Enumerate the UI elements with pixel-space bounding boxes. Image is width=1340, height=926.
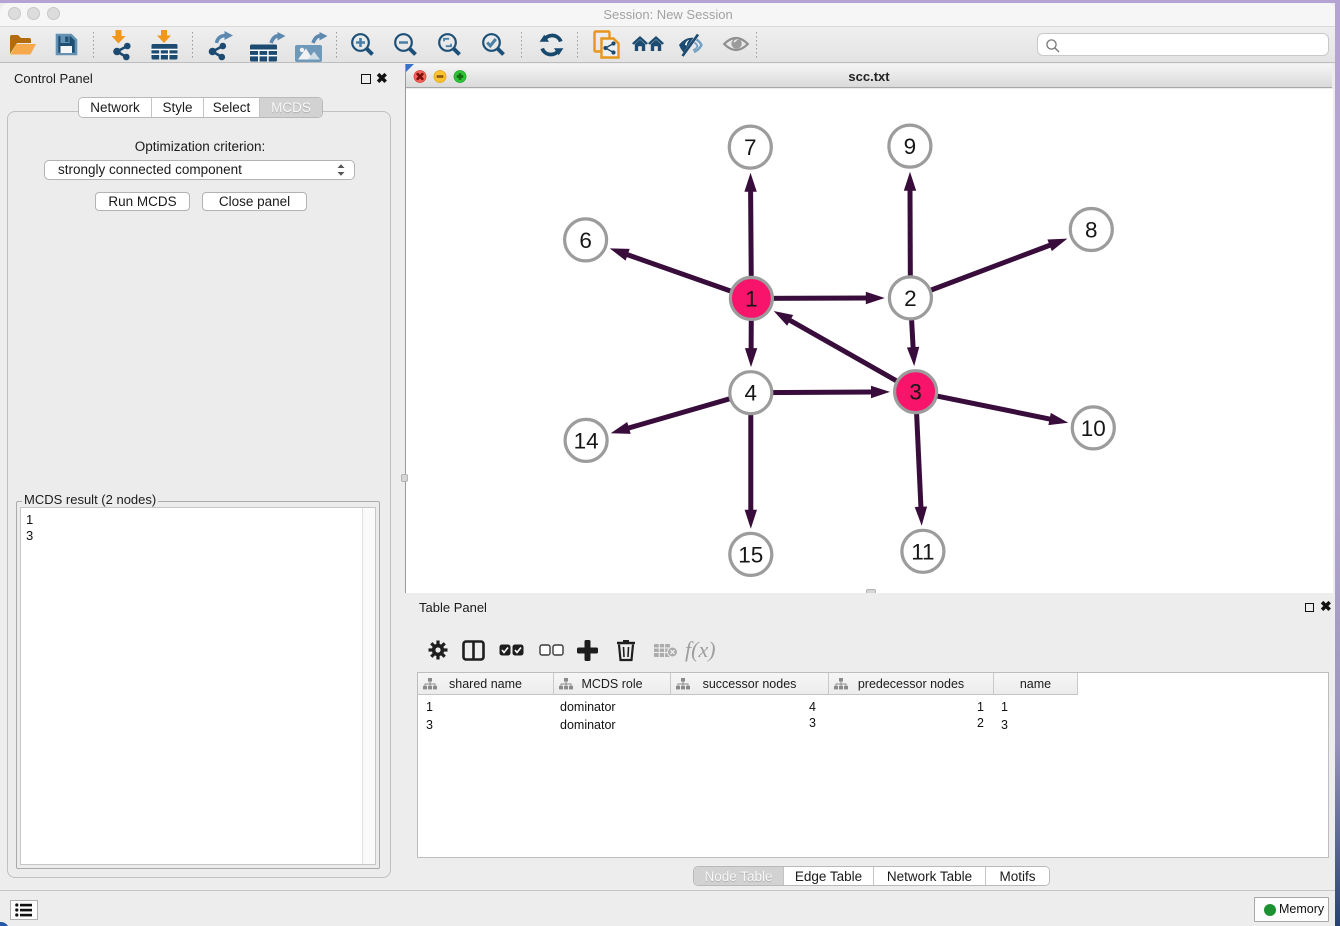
svg-text:10: 10 (1081, 416, 1106, 441)
svg-text:9: 9 (904, 134, 917, 159)
svg-text:14: 14 (574, 428, 599, 453)
svg-text:7: 7 (744, 135, 757, 160)
svg-text:2: 2 (904, 286, 917, 311)
svg-text:4: 4 (745, 381, 758, 406)
svg-text:6: 6 (579, 228, 592, 253)
svg-text:11: 11 (911, 539, 934, 564)
svg-text:3: 3 (909, 380, 922, 405)
svg-text:8: 8 (1085, 218, 1098, 243)
svg-text:1: 1 (745, 286, 758, 311)
svg-text:15: 15 (738, 542, 763, 567)
